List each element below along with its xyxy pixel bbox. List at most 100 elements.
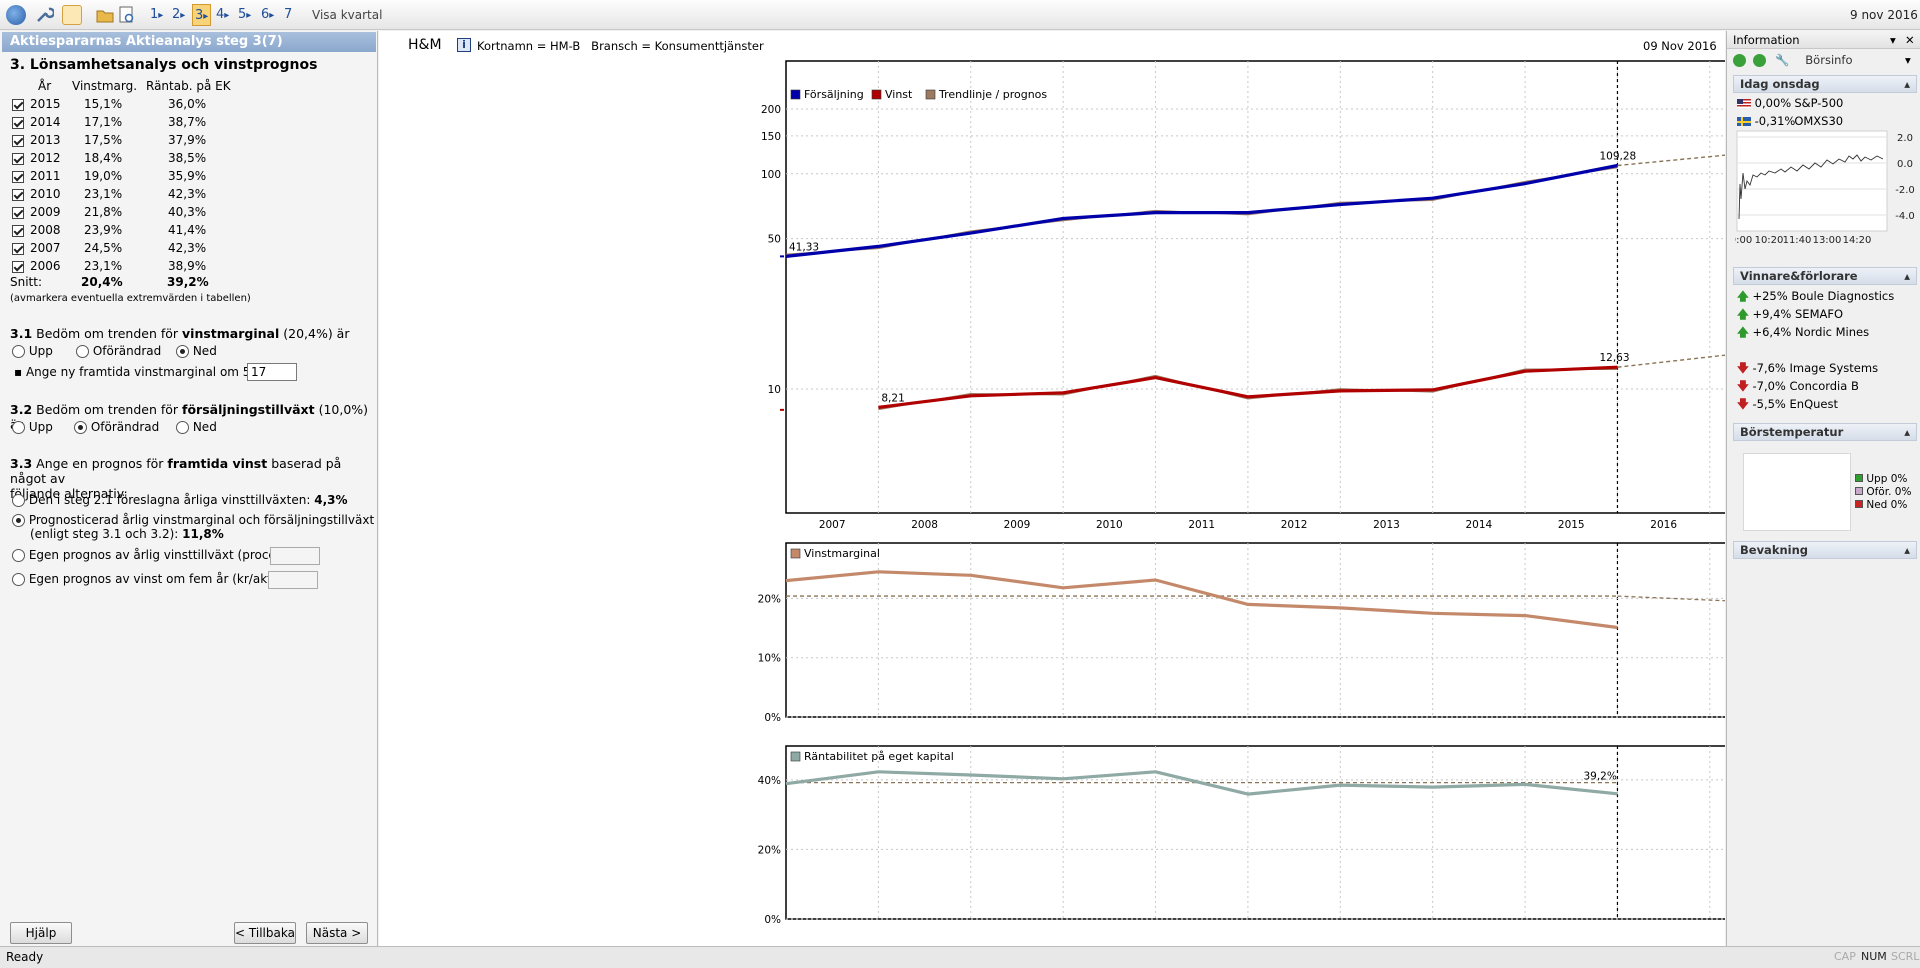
row-checkbox[interactable] [12, 134, 24, 147]
winner-item[interactable]: 🡅 +6,4% Nordic Mines [1737, 324, 1869, 340]
q32-radio-oforandrad[interactable]: Oförändrad [74, 420, 159, 434]
q33-option-4[interactable]: Egen prognos av vinst om fem år (kr/akti… [12, 572, 291, 586]
y-tick-label: 20% [758, 844, 781, 856]
q31-radio-upp[interactable]: Upp [12, 344, 53, 358]
q31-text: 3.1 Bedöm om trenden för vinstmarginal (… [10, 326, 350, 341]
toolbar-date: 9 nov 2016 [1850, 8, 1918, 22]
arrow-up-icon: 🡅 [1737, 289, 1749, 303]
idag-header[interactable]: Idag onsdag ▴ [1733, 75, 1917, 93]
intraday-chart: 2.0 0.0 -2.0 -4.0 9:0010:2011:4013:0014:20 [1735, 130, 1915, 246]
borsinfo-label[interactable]: Börsinfo [1805, 53, 1852, 67]
toolbar: 1▸ 2▸ 3▸ 4▸ 5▸ 6▸ 7 Visa kvartal 9 nov 2… [0, 0, 1920, 30]
back-button[interactable]: < Tillbaka [234, 922, 296, 944]
step-1-button[interactable]: 1▸ [150, 4, 163, 26]
globe-icon[interactable] [6, 5, 26, 25]
index-row-sp500[interactable]: 0,00% S&P-500 [1737, 95, 1843, 111]
temp-legend-upp: Upp 0% [1855, 473, 1907, 486]
row-margin: 23,1% [84, 259, 123, 273]
row-roe: 42,3% [168, 241, 207, 255]
legend-vinst-swatch [871, 89, 882, 100]
visa-kvartal-button[interactable]: Visa kvartal [312, 4, 382, 26]
legend-vinstmarginal: Vinstmarginal [804, 547, 880, 560]
borsinfo-dropdown-icon[interactable]: ▾ [1905, 51, 1911, 69]
table-row[interactable]: 2006 23,1% 38,9% [12, 257, 242, 275]
x-tick-label: 2010 [1096, 519, 1123, 531]
row-margin: 17,5% [84, 133, 123, 147]
x-tick-label: 2009 [1004, 519, 1031, 531]
table-row[interactable]: 2010 23,1% 42,3% [12, 185, 242, 203]
table-row[interactable]: 2009 21,8% 40,3% [12, 203, 242, 221]
folder-icon[interactable] [95, 5, 115, 25]
row-checkbox[interactable] [12, 152, 24, 165]
chart2-frame [785, 542, 1725, 718]
row-checkbox[interactable] [12, 188, 24, 201]
chart-area: 10 50 100 150 200 2007 2008 2009 2010 2011 2012 201… [379, 31, 1725, 946]
step-4-button[interactable]: 4▸ [216, 4, 229, 26]
back-nav-icon[interactable] [1733, 54, 1746, 67]
table-row[interactable]: 2007 24,5% 42,3% [12, 239, 242, 257]
loser-item[interactable]: 🡇 -5,5% EnQuest [1737, 396, 1838, 412]
q33-option-3[interactable]: Egen prognos av årlig vinsttillväxt (pro… [12, 548, 297, 562]
own-growth-input[interactable] [270, 547, 320, 565]
q32-radio-upp[interactable]: Upp [12, 420, 53, 434]
table-row[interactable]: 2011 19,0% 35,9% [12, 167, 242, 185]
table-note: (avmarkera eventuella extremvärden i tab… [10, 293, 251, 304]
y-tick-label: 20% [758, 593, 781, 605]
loser-item[interactable]: 🡇 -7,0% Concordia B [1737, 378, 1859, 394]
index-row-omxs30[interactable]: -0,31% OMXS30 [1737, 113, 1843, 129]
forward-nav-icon[interactable] [1752, 54, 1766, 67]
q33-option-1[interactable]: Den i steg 2.1 föreslagna årliga vinstti… [12, 493, 348, 507]
winners-header[interactable]: Vinnare&förlorare ▴ [1733, 267, 1917, 285]
pin-icon[interactable]: ▾ [1890, 31, 1896, 49]
search-document-icon[interactable] [117, 5, 137, 25]
row-roe: 38,9% [168, 259, 207, 273]
mini-x-label: 14:20 [1843, 235, 1872, 246]
own-profit-input[interactable] [268, 571, 318, 589]
info-icon[interactable]: i [457, 38, 471, 52]
mini-x-label: 10:20 [1755, 235, 1784, 246]
q32-radio-ned[interactable]: Ned [176, 420, 217, 434]
row-margin: 23,9% [84, 223, 123, 237]
legend-forsaljning: Försäljning [804, 88, 864, 101]
q31-radio-ned[interactable]: Ned [176, 344, 217, 358]
temperature-header[interactable]: Börstemperatur ▴ [1733, 423, 1917, 441]
q33-option-2[interactable]: Prognosticerad årlig vinstmarginal och f… [12, 513, 374, 541]
analysis-icon[interactable] [62, 5, 82, 25]
row-checkbox[interactable] [12, 224, 24, 237]
panel-header: Aktiespararnas Aktieanalys steg 3(7) [2, 32, 376, 52]
row-roe: 42,3% [168, 187, 207, 201]
step-3-button[interactable]: 3▸ [192, 4, 212, 26]
table-row[interactable]: 2012 18,4% 38,5% [12, 149, 242, 167]
scrl-indicator: SCRL [1891, 950, 1920, 963]
row-checkbox[interactable] [12, 170, 24, 183]
help-button[interactable]: Hjälp [10, 922, 72, 944]
row-margin: 15,1% [84, 97, 123, 111]
wrench-icon[interactable] [34, 5, 56, 25]
row-checkbox[interactable] [12, 98, 24, 111]
step-5-button[interactable]: 5▸ [238, 4, 251, 26]
table-row[interactable]: 2008 23,9% 41,4% [12, 221, 242, 239]
winner-item[interactable]: 🡅 +9,4% SEMAFO [1737, 306, 1843, 322]
loser-item[interactable]: 🡇 -7,6% Image Systems [1737, 360, 1878, 376]
settings-wrench-icon[interactable]: 🔧 [1775, 53, 1789, 67]
winner-item[interactable]: 🡅 +25% Boule Diagnostics [1737, 288, 1894, 304]
arrow-up-icon: 🡅 [1737, 307, 1749, 321]
row-roe: 38,7% [168, 115, 207, 129]
q31-radio-oforandrad[interactable]: Oförändrad [76, 344, 161, 358]
step-7-button[interactable]: 7 [284, 4, 292, 26]
close-icon[interactable]: ✕ [1905, 31, 1915, 49]
mini-frame [1736, 130, 1888, 232]
row-checkbox[interactable] [12, 116, 24, 129]
bevakning-header[interactable]: Bevakning ▴ [1733, 541, 1917, 559]
table-row[interactable]: 2013 17,5% 37,9% [12, 131, 242, 149]
row-checkbox[interactable] [12, 206, 24, 219]
table-row[interactable]: 2015 15,1% 36,0% [12, 95, 242, 113]
legend-rantabilitet: Räntabilitet på eget kapital [804, 750, 954, 763]
row-checkbox[interactable] [12, 260, 24, 273]
step-2-button[interactable]: 2▸ [172, 4, 185, 26]
next-button[interactable]: Nästa > [306, 922, 368, 944]
step-6-button[interactable]: 6▸ [261, 4, 274, 26]
table-row[interactable]: 2014 17,1% 38,7% [12, 113, 242, 131]
future-margin-input[interactable] [247, 363, 297, 381]
row-checkbox[interactable] [12, 242, 24, 255]
